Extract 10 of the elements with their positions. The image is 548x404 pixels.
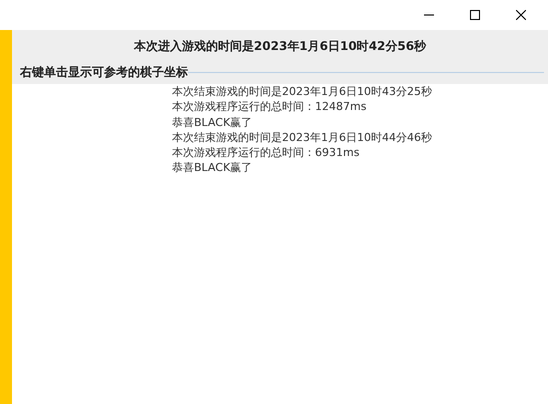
log-line: 恭喜BLACK赢了 [171, 160, 254, 176]
group-label: 右键单击显示可参考的棋子坐标 [18, 64, 188, 81]
close-icon [516, 10, 526, 20]
log-line: 本次结束游戏的时间是2023年1月6日10时43分25秒 [171, 84, 433, 100]
log-line: 本次游戏程序运行的总时间：6931ms [171, 145, 360, 160]
log-line: 本次游戏程序运行的总时间：12487ms [171, 99, 368, 115]
log-line: 本次结束游戏的时间是2023年1月6日10时44分46秒 [171, 130, 433, 146]
maximize-icon [470, 10, 480, 20]
start-time-title: 本次进入游戏的时间是2023年1月6日10时42分56秒 [132, 38, 428, 55]
log-line: 恭喜BLACK赢了 [171, 114, 254, 130]
